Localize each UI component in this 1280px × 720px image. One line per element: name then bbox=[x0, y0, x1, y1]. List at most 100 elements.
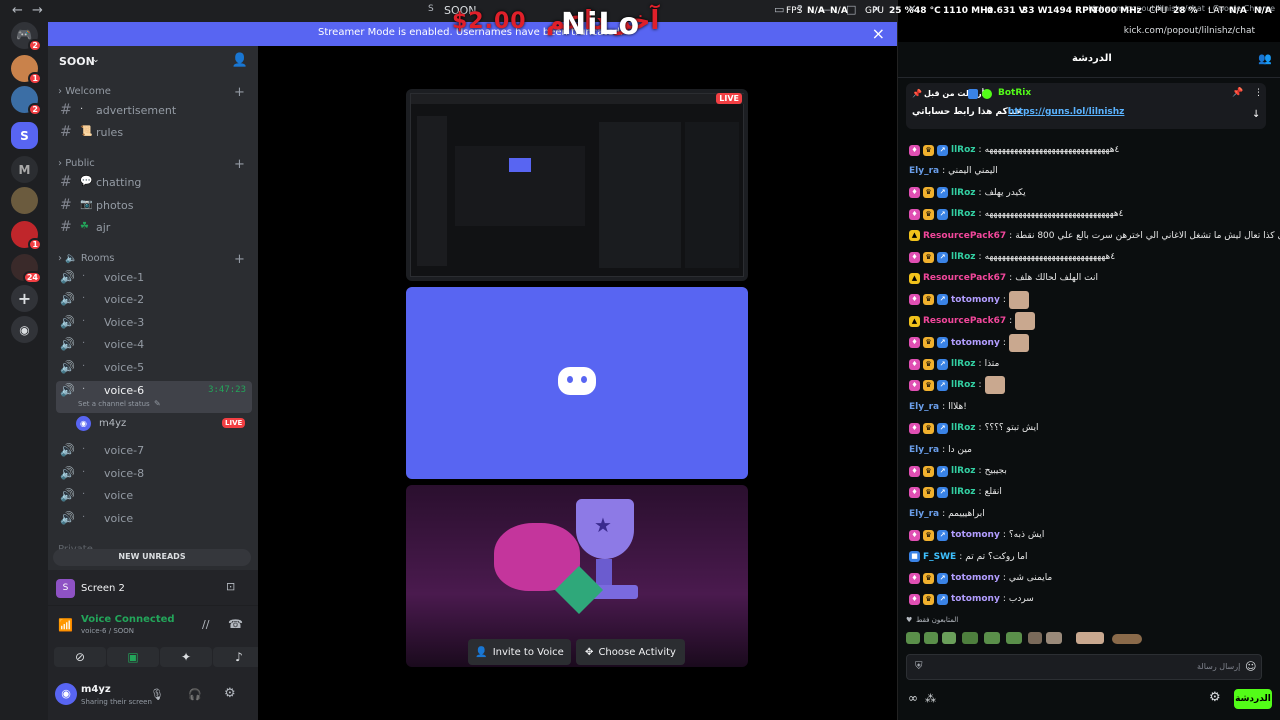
chat-username[interactable]: llRoz bbox=[951, 380, 976, 390]
choose-activity-button[interactable]: ✥ Choose Activity bbox=[576, 639, 685, 665]
voice-channel-path[interactable]: voice-6 / SOON bbox=[81, 627, 134, 635]
category-rooms[interactable]: › 🔈 Rooms + bbox=[58, 252, 245, 267]
chat-message[interactable]: Ely_ra: ابراهيييمم bbox=[909, 504, 985, 524]
points-icon[interactable]: ⁂ bbox=[925, 692, 936, 705]
voice-channel-8[interactable]: 🔊 · voice-8 bbox=[56, 464, 252, 484]
stop-stream-icon[interactable]: ⊡ bbox=[226, 580, 235, 593]
emote-icon[interactable] bbox=[1112, 634, 1142, 644]
chat-message[interactable]: ♦ ♛ ↗ llRoz: ايش تبتو ؟؟؟؟ bbox=[909, 418, 1038, 438]
emote-icon[interactable] bbox=[1006, 632, 1022, 644]
channel-status[interactable]: Set a channel status bbox=[78, 400, 150, 408]
url-bar[interactable]: kick.com/popout/lilnishz/chat bbox=[898, 22, 1280, 42]
noise-suppression-icon[interactable]: ∕∕ bbox=[202, 618, 209, 631]
discover-icon[interactable]: ◉ bbox=[11, 316, 38, 343]
emote-icon[interactable] bbox=[962, 632, 978, 644]
add-channel-icon[interactable]: + bbox=[234, 157, 245, 172]
chat-username[interactable]: llRoz bbox=[951, 145, 976, 155]
camera-button[interactable]: ⊘ bbox=[54, 647, 106, 667]
chat-send-button[interactable]: الدردشة bbox=[1234, 689, 1272, 709]
emote-icon[interactable] bbox=[984, 632, 1000, 644]
chat-username[interactable]: totomony bbox=[951, 530, 1000, 540]
chat-message[interactable]: ▲ ResourcePack67: تعال كذا تعال ليش ما تشغ… bbox=[909, 226, 1280, 246]
chat-message[interactable]: ♦ ♛ ↗ llRoz:٤هههههههههههههههههههههههههههههه bbox=[909, 247, 1115, 267]
voice-channel-2[interactable]: 🔊 · voice-2 bbox=[56, 290, 252, 310]
chat-message[interactable]: ♦ ♛ ↗ llRoz: انقلع bbox=[909, 482, 1002, 502]
user-video-tile[interactable] bbox=[406, 287, 748, 479]
screen-share-button[interactable]: ▣ bbox=[107, 647, 159, 667]
server-icon-6[interactable]: 1 bbox=[11, 221, 42, 251]
chat-username[interactable]: llRoz bbox=[951, 359, 976, 369]
emote-icon[interactable] bbox=[1046, 632, 1062, 644]
chat-username[interactable]: Ely_ra bbox=[909, 402, 939, 412]
voice-channel-9[interactable]: 🔊 · voice bbox=[56, 486, 252, 506]
pinned-message[interactable]: 📌 أرسلت من قبل BotRix 📌 ⋮ حياكم هذا رابط… bbox=[906, 83, 1266, 129]
add-user-icon[interactable]: 👤 bbox=[232, 53, 248, 68]
emote-icon[interactable] bbox=[1008, 333, 1029, 352]
chat-username[interactable]: totomony bbox=[951, 594, 1000, 604]
direct-messages-button[interactable]: 🎮 2 bbox=[11, 22, 42, 52]
add-channel-icon[interactable]: + bbox=[234, 85, 245, 100]
emote-icon[interactable] bbox=[942, 632, 956, 644]
emote-icon[interactable] bbox=[984, 376, 1005, 395]
emote-icon[interactable] bbox=[906, 632, 920, 644]
voice-channel-4[interactable]: 🔊 · voice-4 bbox=[56, 335, 252, 355]
chat-message[interactable]: ♦ ♛ ↗ llRoz:٤هههههههههههههههههههههههههههههه… bbox=[909, 140, 1119, 160]
more-icon[interactable]: ⋮ bbox=[1254, 88, 1263, 98]
chat-username[interactable]: totomony bbox=[951, 295, 1000, 305]
screen-share-tile[interactable]: LIVE bbox=[406, 89, 748, 281]
chat-input[interactable]: ⛨ إرسال رسالة ☺ bbox=[906, 654, 1262, 680]
add-server-icon[interactable]: + bbox=[11, 285, 38, 312]
emote-icon[interactable] bbox=[1008, 290, 1029, 309]
chat-username[interactable]: llRoz bbox=[951, 487, 976, 497]
channel-rules[interactable]: # 📜 rules bbox=[56, 123, 252, 143]
server-icon-4[interactable]: M bbox=[11, 156, 38, 183]
chat-message[interactable]: ♦ ♛ ↗ totomony: bbox=[909, 333, 1029, 353]
microphone-icon[interactable]: 🎙 bbox=[150, 688, 164, 701]
inbox-icon[interactable]: ▭ bbox=[774, 3, 784, 16]
pinned-user[interactable]: BotRix bbox=[998, 88, 1031, 98]
chat-message[interactable]: ♦ ♛ ↗ totomony: ايش ذبه؟ bbox=[909, 525, 1044, 545]
user-name[interactable]: m4yz bbox=[81, 684, 111, 695]
server-header[interactable]: SOON ⌄ 👤 bbox=[48, 46, 258, 78]
add-channel-icon[interactable]: + bbox=[234, 252, 245, 267]
chat-username[interactable]: totomony bbox=[951, 338, 1000, 348]
headphones-icon[interactable]: 🎧 bbox=[188, 688, 202, 701]
pinned-link[interactable]: https://guns.lol/lilnishz bbox=[1008, 107, 1124, 117]
infinity-icon[interactable]: ∞ bbox=[908, 691, 918, 705]
chat-settings-icon[interactable]: ⚙ bbox=[1209, 690, 1221, 705]
channel-photos[interactable]: # 📷 photos bbox=[56, 196, 252, 216]
disconnect-icon[interactable]: ☎ bbox=[228, 617, 243, 631]
chat-message[interactable]: ♦ ♛ ↗ llRoz: يكيدر يهلف bbox=[909, 183, 1026, 203]
new-unreads-pill[interactable]: NEW UNREADS bbox=[53, 549, 251, 566]
chat-message[interactable]: ♦ ♛ ↗ totomony: مايمنى شي bbox=[909, 568, 1052, 588]
chat-message[interactable]: Ely_ra: هلااا! bbox=[909, 397, 967, 417]
chat-message[interactable]: ♦ ♛ ↗ totomony: سردب bbox=[909, 589, 1034, 609]
voice-channel-6-active[interactable]: 🔊 · voice-6 3:47:23 Set a channel status … bbox=[56, 381, 252, 413]
chat-message[interactable]: ▲ ResourcePack67: bbox=[909, 311, 1036, 331]
emote-icon[interactable] bbox=[1076, 632, 1104, 644]
chat-username[interactable]: Ely_ra bbox=[909, 509, 939, 519]
chat-username[interactable]: llRoz bbox=[951, 252, 976, 262]
server-icon-1[interactable]: 1 bbox=[11, 55, 42, 85]
forward-arrow-icon[interactable]: → bbox=[32, 3, 43, 18]
chat-message[interactable]: ■ F_SWE: اما روكت؟ تم تم bbox=[909, 547, 1028, 567]
channel-ajr[interactable]: # ☘ ajr bbox=[56, 218, 252, 238]
voice-member-m4yz[interactable]: ◉ m4yz LIVE bbox=[76, 414, 252, 434]
chat-message[interactable]: ♦ ♛ ↗ llRoz: بجيبيح bbox=[909, 461, 1007, 481]
chat-username[interactable]: ResourcePack67 bbox=[923, 316, 1006, 326]
server-icon-soon[interactable]: S bbox=[11, 122, 38, 149]
emote-icon[interactable] bbox=[1028, 632, 1042, 644]
invite-to-voice-button[interactable]: 👤 Invite to Voice bbox=[468, 639, 571, 665]
chat-message[interactable]: Ely_ra: اليمني اليمني bbox=[909, 161, 998, 181]
chat-message[interactable]: ▲ ResourcePack67: انت الهلف لحالك هلف bbox=[909, 268, 1098, 288]
chat-username[interactable]: Ely_ra bbox=[909, 445, 939, 455]
banner-close-icon[interactable]: × bbox=[872, 24, 885, 43]
chat-username[interactable]: Ely_ra bbox=[909, 166, 939, 176]
back-arrow-icon[interactable]: ← bbox=[12, 3, 23, 18]
chat-username[interactable]: ResourcePack67 bbox=[923, 273, 1006, 283]
chat-username[interactable]: F_SWE bbox=[923, 552, 956, 562]
voice-channel-7[interactable]: 🔊 · voice-7 bbox=[56, 441, 252, 461]
chat-message[interactable]: Ely_ra: مين دا bbox=[909, 440, 972, 460]
channel-advertisement[interactable]: # · advertisement bbox=[56, 101, 252, 121]
emoji-icon[interactable]: ☺ bbox=[1245, 660, 1256, 673]
